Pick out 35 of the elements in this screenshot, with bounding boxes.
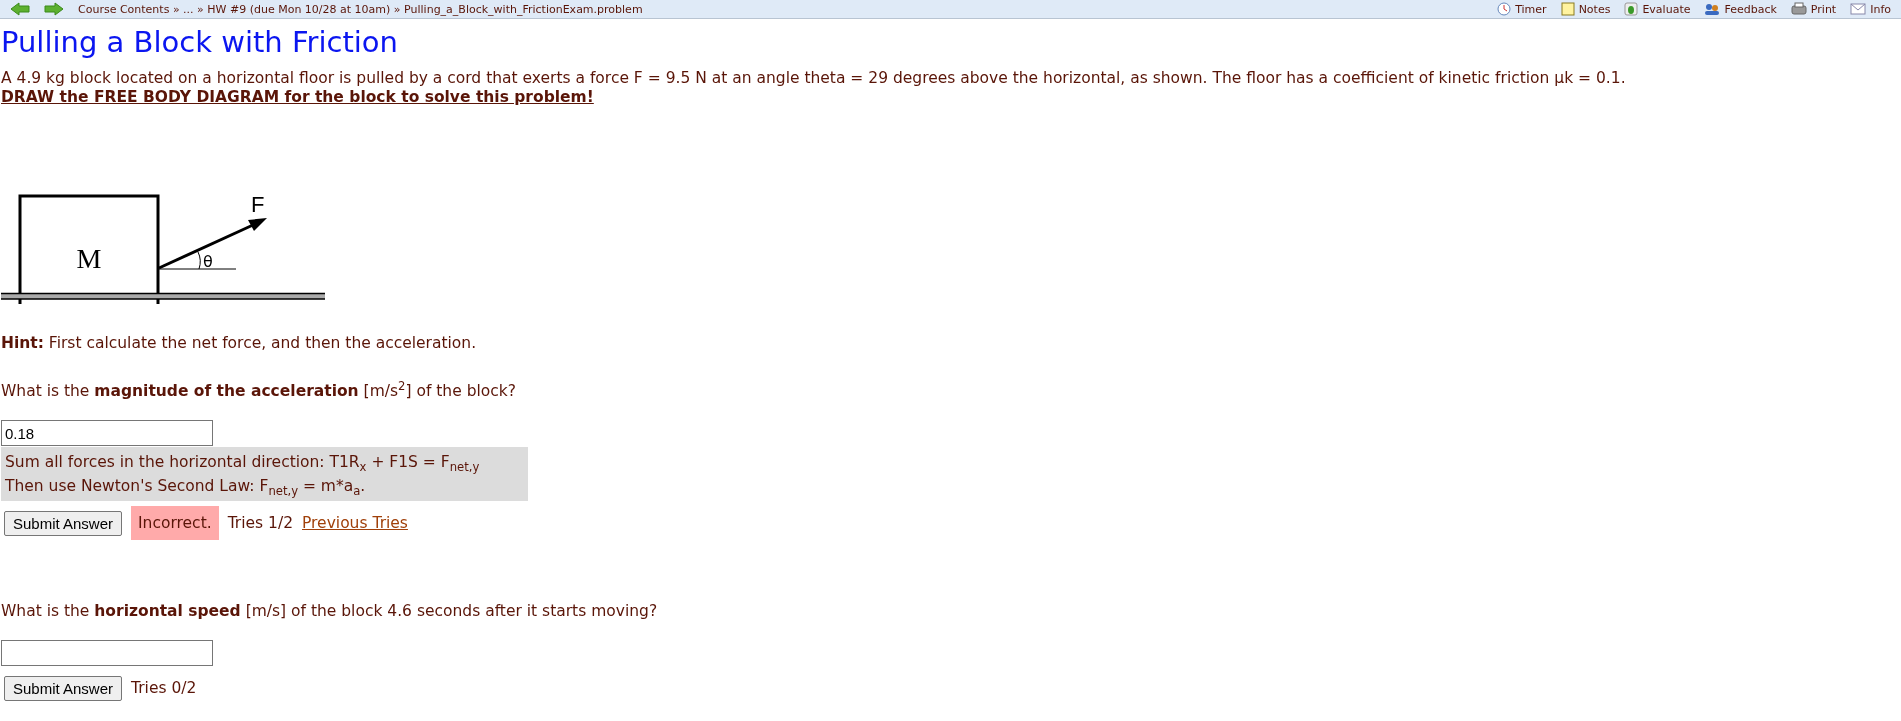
problem-statement: A 4.9 kg block located on a horizontal floor is pulled by a cord that exerts a force F = 9.5 N at an angle theta = 29 degrees above the horizontal, as shown. The floor has a coefficient of kinetic friction μk = 0.1. DRAW the FREE BODY DIAGRAM for the block to solve this problem!: [1, 69, 1627, 107]
toolbar-link[interactable]: Timer: [1497, 2, 1547, 16]
toolbar-link[interactable]: Print: [1790, 2, 1837, 16]
toolbar-link[interactable]: Info: [1850, 2, 1891, 16]
force-label: F: [251, 192, 265, 217]
people-icon: [1704, 2, 1721, 16]
bug-icon: [1624, 2, 1639, 16]
tries-count: Tries 0/2: [131, 678, 197, 699]
answer-field[interactable]: [1, 640, 213, 666]
toolbar-link[interactable]: Notes: [1560, 2, 1611, 16]
hint-text: Hint: First calculate the net force, and then the acceleration.: [1, 334, 478, 352]
toolbar-link[interactable]: Feedback: [1704, 2, 1777, 16]
breadcrumb: Course Contents » ... » HW #9 (due Mon 10/28 at 10am) » Pulling_a_Block_with_FrictionExam.problem: [78, 2, 644, 16]
toolbar-link[interactable]: Evaluate: [1624, 2, 1691, 16]
question-text: What is the horizontal speed [m/s] of the block 4.6 seconds after it starts moving?: [1, 602, 659, 620]
page-title: Pulling a Block with Friction: [1, 25, 399, 59]
feedback-text: Sum all forces in the horizontal direction: T1R$_{x}$ + F1S = F$_{net,y}$: [5, 452, 481, 474]
mass-label: M: [76, 243, 102, 274]
status-label: Incorrect.: [131, 506, 219, 540]
question-text: What is the magnitude of the acceleration [m/s$^{2}$] of the block?: [1, 382, 517, 400]
notepad-icon: [1560, 2, 1575, 16]
forward-arrow-icon[interactable]: [44, 2, 64, 16]
previous-tries-link[interactable]: Previous Tries: [302, 514, 408, 532]
angle-arc: [197, 251, 201, 270]
submit-button[interactable]: Submit Answer: [4, 675, 123, 701]
submit-button[interactable]: Submit Answer: [4, 510, 123, 536]
printer-icon: [1790, 2, 1807, 16]
tries-count: Tries 1/2: [227, 513, 293, 534]
answer-field[interactable]: 0.18: [1, 420, 213, 446]
angle-label: θ: [203, 252, 213, 271]
feedback-text: Then use Newton's Second Law: F$_{net,y}$ = m*a$_{a}$.: [5, 476, 367, 498]
back-arrow-icon[interactable]: [10, 2, 30, 16]
clock-icon: [1497, 2, 1512, 16]
envelope-icon: [1850, 2, 1867, 16]
diagram-link[interactable]: DRAW the FREE BODY DIAGRAM for the block to solve this problem!: [1, 88, 594, 106]
